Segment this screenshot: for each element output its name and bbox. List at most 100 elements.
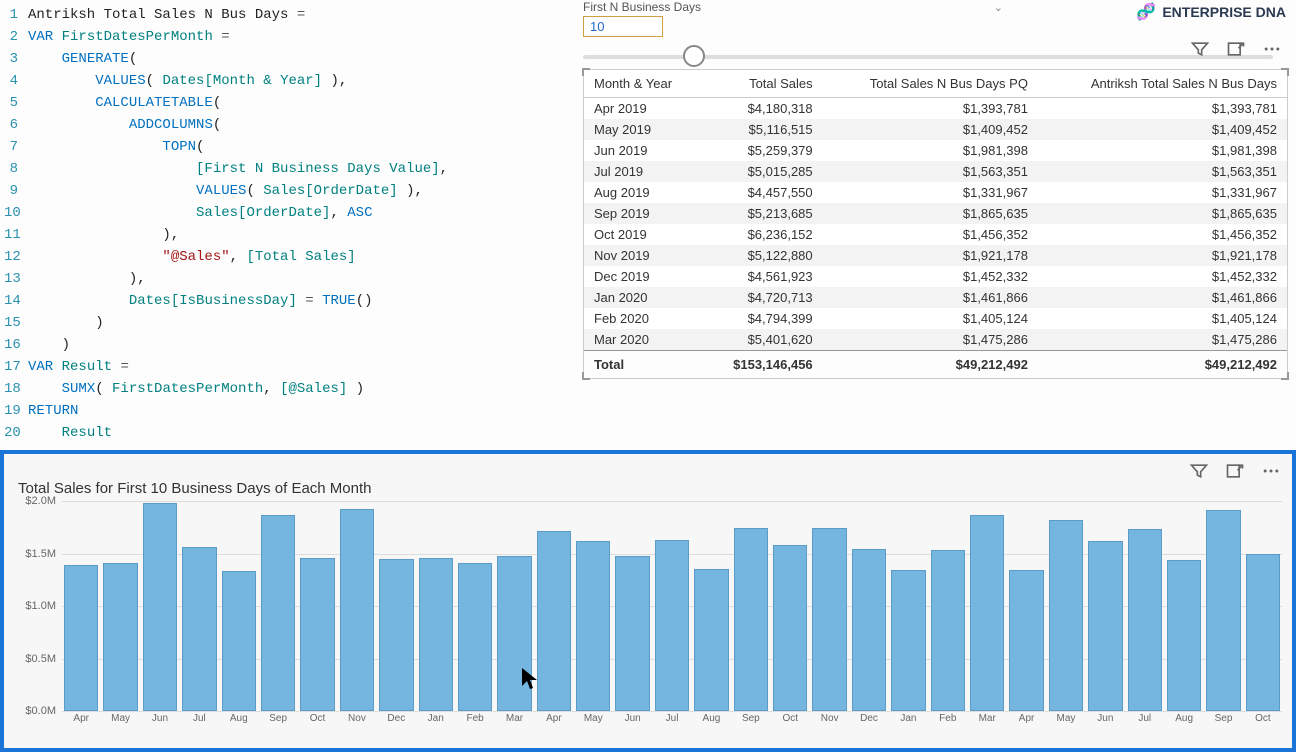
y-axis: $0.0M$0.5M$1.0M$1.5M$2.0M bbox=[14, 501, 60, 711]
slider-thumb[interactable] bbox=[683, 45, 705, 67]
chart-toolbar bbox=[1188, 460, 1282, 482]
bar[interactable] bbox=[576, 541, 610, 711]
bar[interactable] bbox=[1206, 510, 1240, 711]
x-tick-label: Jun bbox=[615, 713, 649, 724]
bar[interactable] bbox=[419, 558, 453, 711]
y-tick-label: $0.0M bbox=[25, 705, 56, 717]
x-tick-label: Sep bbox=[734, 713, 768, 724]
bar[interactable] bbox=[1128, 529, 1162, 711]
x-tick-label: Aug bbox=[222, 713, 256, 724]
table-row[interactable]: Jan 2020$4,720,713$1,461,866$1,461,866 bbox=[584, 287, 1287, 308]
column-header[interactable]: Antriksh Total Sales N Bus Days bbox=[1038, 70, 1287, 98]
data-table[interactable]: Month & YearTotal SalesTotal Sales N Bus… bbox=[584, 70, 1287, 378]
x-tick-label: Jan bbox=[419, 713, 453, 724]
dax-editor[interactable]: 1Antriksh Total Sales N Bus Days =2VAR F… bbox=[0, 0, 575, 444]
bar[interactable] bbox=[340, 509, 374, 711]
bar[interactable] bbox=[64, 565, 98, 711]
more-options-icon[interactable] bbox=[1260, 460, 1282, 482]
x-tick-label: Sep bbox=[1206, 713, 1240, 724]
table-row[interactable]: Sep 2019$5,213,685$1,865,635$1,865,635 bbox=[584, 203, 1287, 224]
table-row[interactable]: Oct 2019$6,236,152$1,456,352$1,456,352 bbox=[584, 224, 1287, 245]
table-row[interactable]: Feb 2020$4,794,399$1,405,124$1,405,124 bbox=[584, 308, 1287, 329]
y-tick-label: $0.5M bbox=[25, 653, 56, 665]
visual-toolbar bbox=[1185, 34, 1287, 64]
bar-chart-visual[interactable]: Total Sales for First 10 Business Days o… bbox=[0, 450, 1296, 752]
slicer-input[interactable] bbox=[583, 16, 663, 37]
bar[interactable] bbox=[537, 531, 571, 711]
slicer-label: First N Business Days bbox=[583, 0, 701, 14]
x-tick-label: Dec bbox=[852, 713, 886, 724]
table-row[interactable]: Dec 2019$4,561,923$1,452,332$1,452,332 bbox=[584, 266, 1287, 287]
x-tick-label: Nov bbox=[340, 713, 374, 724]
more-options-icon[interactable] bbox=[1261, 38, 1283, 60]
bar[interactable] bbox=[300, 558, 334, 711]
y-tick-label: $1.5M bbox=[25, 548, 56, 560]
x-tick-label: Aug bbox=[694, 713, 728, 724]
x-tick-label: Jul bbox=[182, 713, 216, 724]
bar[interactable] bbox=[1049, 520, 1083, 711]
x-tick-label: Oct bbox=[773, 713, 807, 724]
bar[interactable] bbox=[458, 563, 492, 711]
x-tick-label: May bbox=[103, 713, 137, 724]
bar[interactable] bbox=[222, 571, 256, 711]
table-visual[interactable]: Month & YearTotal SalesTotal Sales N Bus… bbox=[583, 69, 1288, 379]
bar[interactable] bbox=[1246, 554, 1280, 712]
bar[interactable] bbox=[182, 547, 216, 711]
slicer-first-n-days[interactable]: First N Business Days ⌄ bbox=[583, 0, 1288, 59]
table-row[interactable]: Jun 2019$5,259,379$1,981,398$1,981,398 bbox=[584, 140, 1287, 161]
table-row[interactable]: Aug 2019$4,457,550$1,331,967$1,331,967 bbox=[584, 182, 1287, 203]
filter-icon[interactable] bbox=[1188, 460, 1210, 482]
slider-track[interactable] bbox=[583, 55, 1273, 59]
x-tick-label: May bbox=[576, 713, 610, 724]
focus-mode-icon[interactable] bbox=[1225, 38, 1247, 60]
x-tick-label: Mar bbox=[970, 713, 1004, 724]
column-header[interactable]: Total Sales bbox=[702, 70, 822, 98]
x-tick-label: Feb bbox=[458, 713, 492, 724]
bar[interactable] bbox=[1167, 560, 1201, 711]
chart-title: Total Sales for First 10 Business Days o… bbox=[18, 480, 1282, 497]
bar[interactable] bbox=[891, 570, 925, 711]
x-tick-label: Jul bbox=[1128, 713, 1162, 724]
y-tick-label: $1.0M bbox=[25, 600, 56, 612]
bar[interactable] bbox=[379, 559, 413, 711]
bar[interactable] bbox=[694, 569, 728, 711]
bar[interactable] bbox=[103, 563, 137, 711]
table-row[interactable]: May 2019$5,116,515$1,409,452$1,409,452 bbox=[584, 119, 1287, 140]
bar[interactable] bbox=[931, 550, 965, 711]
x-tick-label: Dec bbox=[379, 713, 413, 724]
plot-area: $0.0M$0.5M$1.0M$1.5M$2.0M bbox=[62, 501, 1282, 711]
bar[interactable] bbox=[143, 503, 177, 711]
bar[interactable] bbox=[261, 515, 295, 711]
x-tick-label: Feb bbox=[931, 713, 965, 724]
bar[interactable] bbox=[773, 545, 807, 711]
table-row[interactable]: Mar 2020$5,401,620$1,475,286$1,475,286 bbox=[584, 329, 1287, 351]
bar[interactable] bbox=[970, 515, 1004, 711]
x-tick-label: Mar bbox=[497, 713, 531, 724]
bar[interactable] bbox=[852, 549, 886, 711]
bar[interactable] bbox=[734, 528, 768, 711]
table-row[interactable]: Apr 2019$4,180,318$1,393,781$1,393,781 bbox=[584, 98, 1287, 120]
x-tick-label: Oct bbox=[1246, 713, 1280, 724]
column-header[interactable]: Month & Year bbox=[584, 70, 702, 98]
focus-mode-icon[interactable] bbox=[1224, 460, 1246, 482]
y-tick-label: $2.0M bbox=[25, 495, 56, 507]
x-tick-label: Nov bbox=[812, 713, 846, 724]
bar[interactable] bbox=[1088, 541, 1122, 711]
bars bbox=[62, 501, 1282, 711]
table-row[interactable]: Jul 2019$5,015,285$1,563,351$1,563,351 bbox=[584, 161, 1287, 182]
x-tick-label: Apr bbox=[64, 713, 98, 724]
x-tick-label: Sep bbox=[261, 713, 295, 724]
bar[interactable] bbox=[497, 556, 531, 711]
column-header[interactable]: Total Sales N Bus Days PQ bbox=[823, 70, 1038, 98]
x-axis: Apr May Jun Jul Aug Sep Oct Nov Dec Jan Feb Mar Apr M… bbox=[62, 711, 1282, 724]
filter-icon[interactable] bbox=[1189, 38, 1211, 60]
bar[interactable] bbox=[655, 540, 689, 711]
bar[interactable] bbox=[615, 556, 649, 711]
x-tick-label: Jul bbox=[655, 713, 689, 724]
x-tick-label: Apr bbox=[537, 713, 571, 724]
bar[interactable] bbox=[1009, 570, 1043, 711]
x-tick-label: May bbox=[1049, 713, 1083, 724]
chevron-down-icon[interactable]: ⌄ bbox=[994, 1, 1003, 14]
table-row[interactable]: Nov 2019$5,122,880$1,921,178$1,921,178 bbox=[584, 245, 1287, 266]
bar[interactable] bbox=[812, 528, 846, 711]
